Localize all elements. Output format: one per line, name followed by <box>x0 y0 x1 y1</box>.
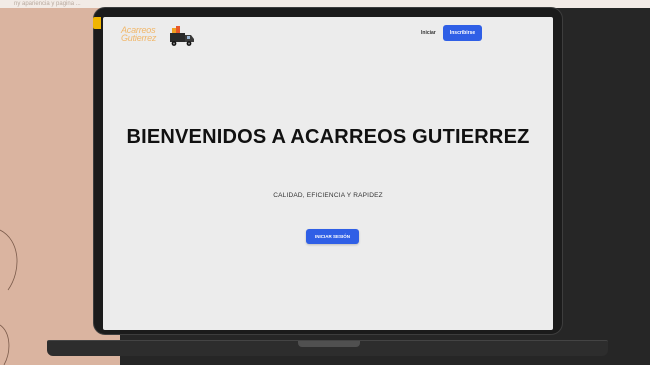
truck-icon <box>170 26 194 46</box>
hero-title: BIENVENIDOS A ACARREOS GUTIERREZ <box>126 126 530 148</box>
brand-logo[interactable]: Acarreos Gutierrez <box>121 24 199 52</box>
laptop-accent-tab <box>93 17 101 29</box>
logo-wordmark: Acarreos Gutierrez <box>121 26 157 43</box>
logo-line-2: Gutierrez <box>121 33 157 43</box>
browser-screen: Acarreos Gutierrez Iniciar Inscribirse B… <box>103 17 553 330</box>
login-cta-button[interactable]: INICIAR SESIÓN <box>306 229 359 244</box>
navbar: Acarreos Gutierrez Iniciar Inscribirse <box>103 17 553 55</box>
signup-button[interactable]: Inscribirse <box>443 25 482 41</box>
laptop-hinge-notch <box>298 341 360 347</box>
hero-subtitle: CALIDAD, EFICIENCIA Y RAPIDEZ <box>273 192 383 199</box>
login-link[interactable]: Iniciar <box>421 30 436 36</box>
